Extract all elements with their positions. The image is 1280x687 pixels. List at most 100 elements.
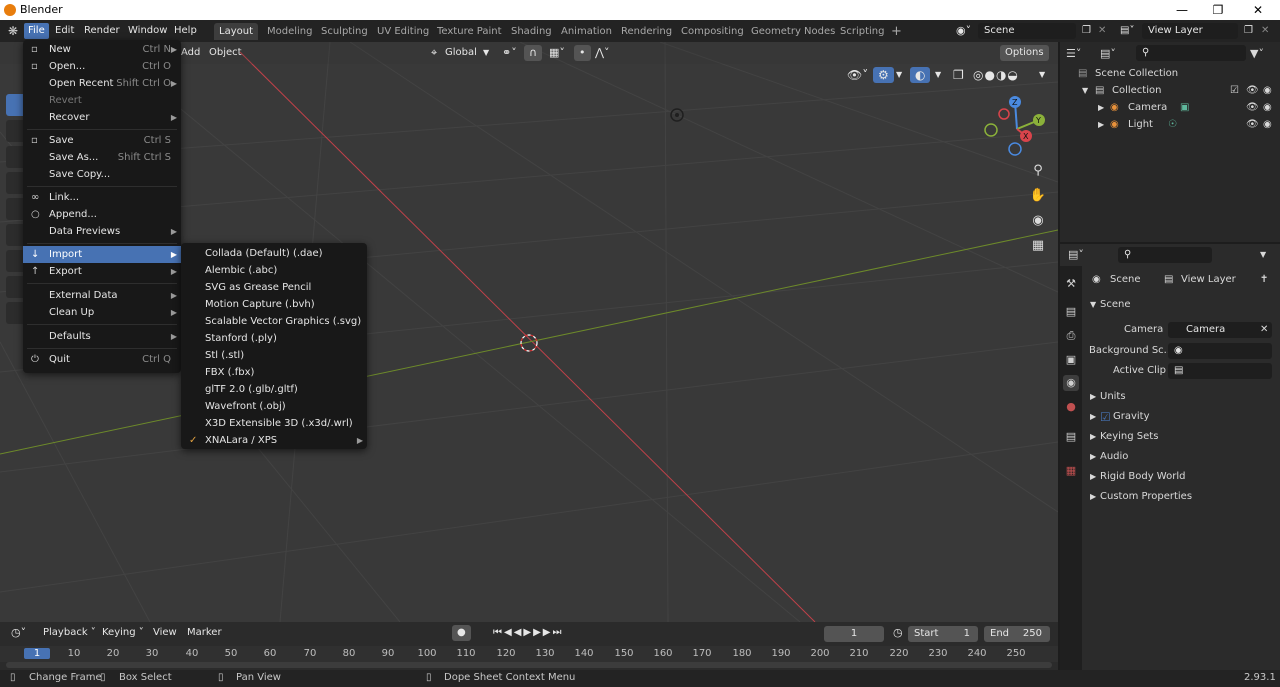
menu-file[interactable]: File xyxy=(24,23,49,39)
playback-controls-icon[interactable]: ⏮◀◀▶▶▶⏭ xyxy=(488,625,568,641)
import-svg[interactable]: Scalable Vector Graphics (.svg) xyxy=(181,313,367,330)
view-layer-remove-icon[interactable]: ✕ xyxy=(1257,23,1273,39)
zoom-icon[interactable]: ⚲ xyxy=(1027,160,1049,182)
camera-render-icon[interactable]: ◉ xyxy=(1263,99,1272,116)
shading-chevron-icon[interactable]: ▼ xyxy=(1034,67,1050,83)
light-expand-icon[interactable]: ▶ xyxy=(1098,116,1104,133)
menu-item-export[interactable]: ↑ Export ▶ xyxy=(23,263,181,280)
tab-compositing[interactable]: Compositing xyxy=(676,23,749,40)
properties-editor-type-icon[interactable]: ▤˅ xyxy=(1068,245,1084,265)
pivot-point-icon[interactable]: ⚭˅ xyxy=(497,45,522,61)
timeline-ruler[interactable]: 1 10 20 30 40 50 60 70 80 90 100 110 120… xyxy=(0,646,1058,662)
light-data-icon[interactable]: ☉ xyxy=(1168,116,1177,133)
minimize-icon[interactable]: — xyxy=(1164,1,1200,19)
visibility-icon[interactable]: 👁˅ xyxy=(842,67,873,83)
properties-search-input[interactable]: ⚲ xyxy=(1118,247,1212,263)
tab-sculpting[interactable]: Sculpting xyxy=(316,23,373,40)
view-layer-browse-icon[interactable]: ▤˅ xyxy=(1116,23,1138,39)
import-collada[interactable]: Collada (Default) (.dae) xyxy=(181,245,367,262)
filter-icon[interactable]: ▼˅ xyxy=(1250,45,1264,62)
tab-shading[interactable]: Shading xyxy=(506,23,557,40)
transform-orientation-dropdown[interactable]: Global xyxy=(440,45,482,61)
orientation-chevron-down-icon[interactable]: ▼ xyxy=(478,45,494,61)
record-icon[interactable]: ● xyxy=(452,625,471,641)
navigation-gizmo[interactable]: Z Y X xyxy=(982,94,1052,164)
import-xnalara[interactable]: ✓ XNALara / XPS ▶ xyxy=(181,432,367,449)
view-layer-field[interactable]: View Layer xyxy=(1142,23,1238,39)
menu-item-link[interactable]: ∞ Link... xyxy=(23,189,181,206)
tab-texture-paint[interactable]: Texture Paint xyxy=(432,23,507,40)
light-label[interactable]: Light xyxy=(1128,116,1153,133)
menu-item-external-data[interactable]: External Data ▶ xyxy=(23,287,181,304)
camera-view-icon[interactable]: ◉ xyxy=(1027,210,1049,232)
output-tab-icon[interactable]: ⎙ xyxy=(1063,328,1079,344)
view-menu[interactable]: View xyxy=(148,625,182,641)
tab-uv-editing[interactable]: UV Editing xyxy=(372,23,434,40)
tab-animation[interactable]: Animation xyxy=(556,23,617,40)
gravity-expand-icon[interactable]: ▶ xyxy=(1090,407,1096,427)
snap-magnet-icon[interactable]: ∩ xyxy=(524,45,543,61)
scene-browse-icon[interactable]: ◉˅ xyxy=(952,23,975,39)
keying-menu[interactable]: Keying ˅ xyxy=(97,625,149,641)
collection-checkbox-icon[interactable]: ☑ xyxy=(1230,82,1239,99)
menu-item-open-recent[interactable]: Open Recent Shift Ctrl O ▶ xyxy=(23,75,181,92)
tab-geometry-nodes[interactable]: Geometry Nodes xyxy=(746,23,840,40)
add-workspace-icon[interactable]: + xyxy=(886,23,907,40)
scene-field[interactable]: Scene xyxy=(978,23,1076,39)
collection-render-icon[interactable]: ◉ xyxy=(1263,82,1272,99)
camera-expand-icon[interactable]: ▶ xyxy=(1098,99,1104,116)
menu-item-new[interactable]: ▫ New Ctrl N ▶ xyxy=(23,41,181,58)
keying-sets-expand-icon[interactable]: ▶ xyxy=(1090,427,1096,447)
active-clip-field[interactable]: ▤ xyxy=(1168,363,1272,379)
falloff-icon[interactable]: ⋀˅ xyxy=(590,45,615,61)
menu-item-open[interactable]: ▫ Open... Ctrl O xyxy=(23,58,181,75)
menu-item-save[interactable]: ▫ Save Ctrl S xyxy=(23,132,181,149)
menu-item-defaults[interactable]: Defaults ▶ xyxy=(23,328,181,345)
collection-expand-icon[interactable]: ▼ xyxy=(1082,82,1088,99)
menu-item-quit[interactable]: ⏻ Quit Ctrl Q xyxy=(23,351,181,368)
viewport-object-menu[interactable]: Object xyxy=(204,45,247,61)
timeline-editor-type-icon[interactable]: ◷˅ xyxy=(6,625,31,641)
scene-tab-icon[interactable]: ◉ xyxy=(1063,375,1079,391)
start-frame-field[interactable]: Start 1 xyxy=(908,626,978,642)
preview-range-icon[interactable]: ◷ xyxy=(888,625,908,641)
render-tab-icon[interactable]: ▤ xyxy=(1063,304,1079,320)
camera-data-icon[interactable]: ▣ xyxy=(1180,99,1189,116)
menu-item-import[interactable]: ↓ Import ▶ xyxy=(23,246,181,263)
tab-rendering[interactable]: Rendering xyxy=(616,23,677,40)
menu-help[interactable]: Help xyxy=(170,23,201,39)
menu-window[interactable]: Window xyxy=(124,23,171,39)
import-ply[interactable]: Stanford (.ply) xyxy=(181,330,367,347)
pan-hand-icon[interactable]: ✋ xyxy=(1027,185,1049,207)
keying-sets-panel[interactable]: Keying Sets xyxy=(1100,427,1158,447)
import-obj[interactable]: Wavefront (.obj) xyxy=(181,398,367,415)
scene-new-icon[interactable]: ❐ xyxy=(1078,23,1095,39)
menu-edit[interactable]: Edit xyxy=(51,23,78,39)
rigid-body-expand-icon[interactable]: ▶ xyxy=(1090,467,1096,487)
texture-tab-icon[interactable]: ▦ xyxy=(1063,463,1079,479)
camera-label[interactable]: Camera xyxy=(1128,99,1167,116)
properties-options-chevron-icon[interactable]: ▼ xyxy=(1260,245,1266,265)
overlays-chevron-icon[interactable]: ▼ xyxy=(930,67,946,83)
overlays-toggle-icon[interactable]: ◐ xyxy=(910,67,931,83)
proportional-edit-icon[interactable]: • xyxy=(574,45,591,61)
rigid-body-world-panel[interactable]: Rigid Body World xyxy=(1100,467,1185,487)
collection-tab-icon[interactable]: ▤ xyxy=(1063,429,1079,445)
pin-icon[interactable]: ✝ xyxy=(1260,270,1268,290)
view-layer-context-label[interactable]: View Layer xyxy=(1181,270,1236,290)
audio-panel[interactable]: Audio xyxy=(1100,447,1128,467)
gravity-checkbox-icon[interactable]: ☑ xyxy=(1100,407,1111,427)
light-eye-icon[interactable]: 👁 xyxy=(1246,116,1259,133)
units-expand-icon[interactable]: ▶ xyxy=(1090,387,1096,407)
scene-collection-label[interactable]: Scene Collection xyxy=(1095,65,1178,82)
menu-item-save-as[interactable]: Save As... Shift Ctrl S xyxy=(23,149,181,166)
import-fbx[interactable]: FBX (.fbx) xyxy=(181,364,367,381)
world-tab-icon[interactable]: ● xyxy=(1063,399,1079,415)
menu-item-clean-up[interactable]: Clean Up ▶ xyxy=(23,304,181,321)
menu-item-data-previews[interactable]: Data Previews ▶ xyxy=(23,223,181,240)
custom-properties-panel[interactable]: Custom Properties xyxy=(1100,487,1192,507)
current-frame-indicator[interactable]: 1 xyxy=(24,648,50,659)
close-icon[interactable]: ✕ xyxy=(1240,1,1276,19)
tool-tab-icon[interactable]: ⚒ xyxy=(1063,276,1079,292)
background-scene-field[interactable]: ◉ xyxy=(1168,343,1272,359)
